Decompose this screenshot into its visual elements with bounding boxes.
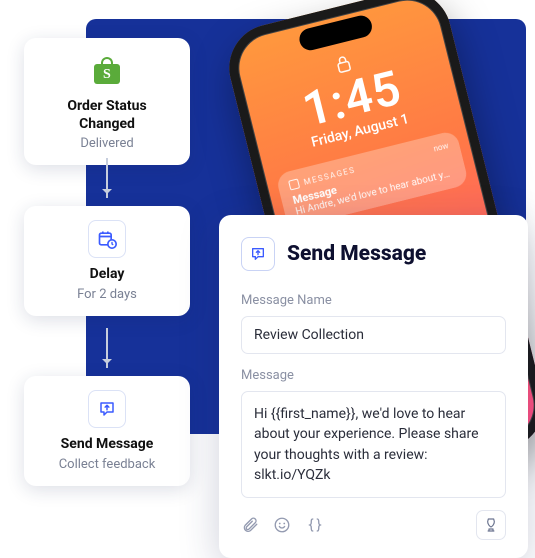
attachment-icon[interactable]	[241, 516, 259, 534]
flow-arrow	[106, 328, 108, 368]
step-title: Delay	[40, 266, 174, 284]
send-message-icon	[241, 237, 275, 271]
workflow-step-delay[interactable]: Delay For 2 days	[24, 206, 190, 316]
emoji-icon[interactable]	[273, 516, 291, 534]
message-name-input[interactable]	[241, 316, 506, 354]
dynamic-island	[297, 13, 374, 52]
flow-arrow	[106, 158, 108, 198]
variable-braces-icon[interactable]	[305, 516, 325, 534]
message-body-input[interactable]: Hi {{first_name}}, we'd love to hear abo…	[241, 391, 506, 498]
ai-assist-button[interactable]	[476, 510, 506, 540]
message-body-label: Message	[241, 368, 506, 383]
workflow-step-order-status[interactable]: S Order Status Changed Delivered	[24, 38, 190, 165]
panel-heading: Send Message	[287, 242, 426, 266]
step-subtitle: Delivered	[40, 136, 174, 151]
notification-time: now	[433, 141, 450, 153]
step-title: Send Message	[40, 436, 174, 454]
workflow-step-send-message[interactable]: Send Message Collect feedback	[24, 376, 190, 486]
shopify-icon: S	[88, 52, 126, 90]
step-subtitle: Collect feedback	[40, 457, 174, 472]
step-subtitle: For 2 days	[40, 287, 174, 302]
send-message-panel: Send Message Message Name Message Hi {{f…	[219, 215, 528, 558]
step-title: Order Status Changed	[40, 98, 174, 133]
calendar-clock-icon	[88, 220, 126, 258]
message-name-label: Message Name	[241, 293, 506, 308]
send-message-icon	[88, 390, 126, 428]
